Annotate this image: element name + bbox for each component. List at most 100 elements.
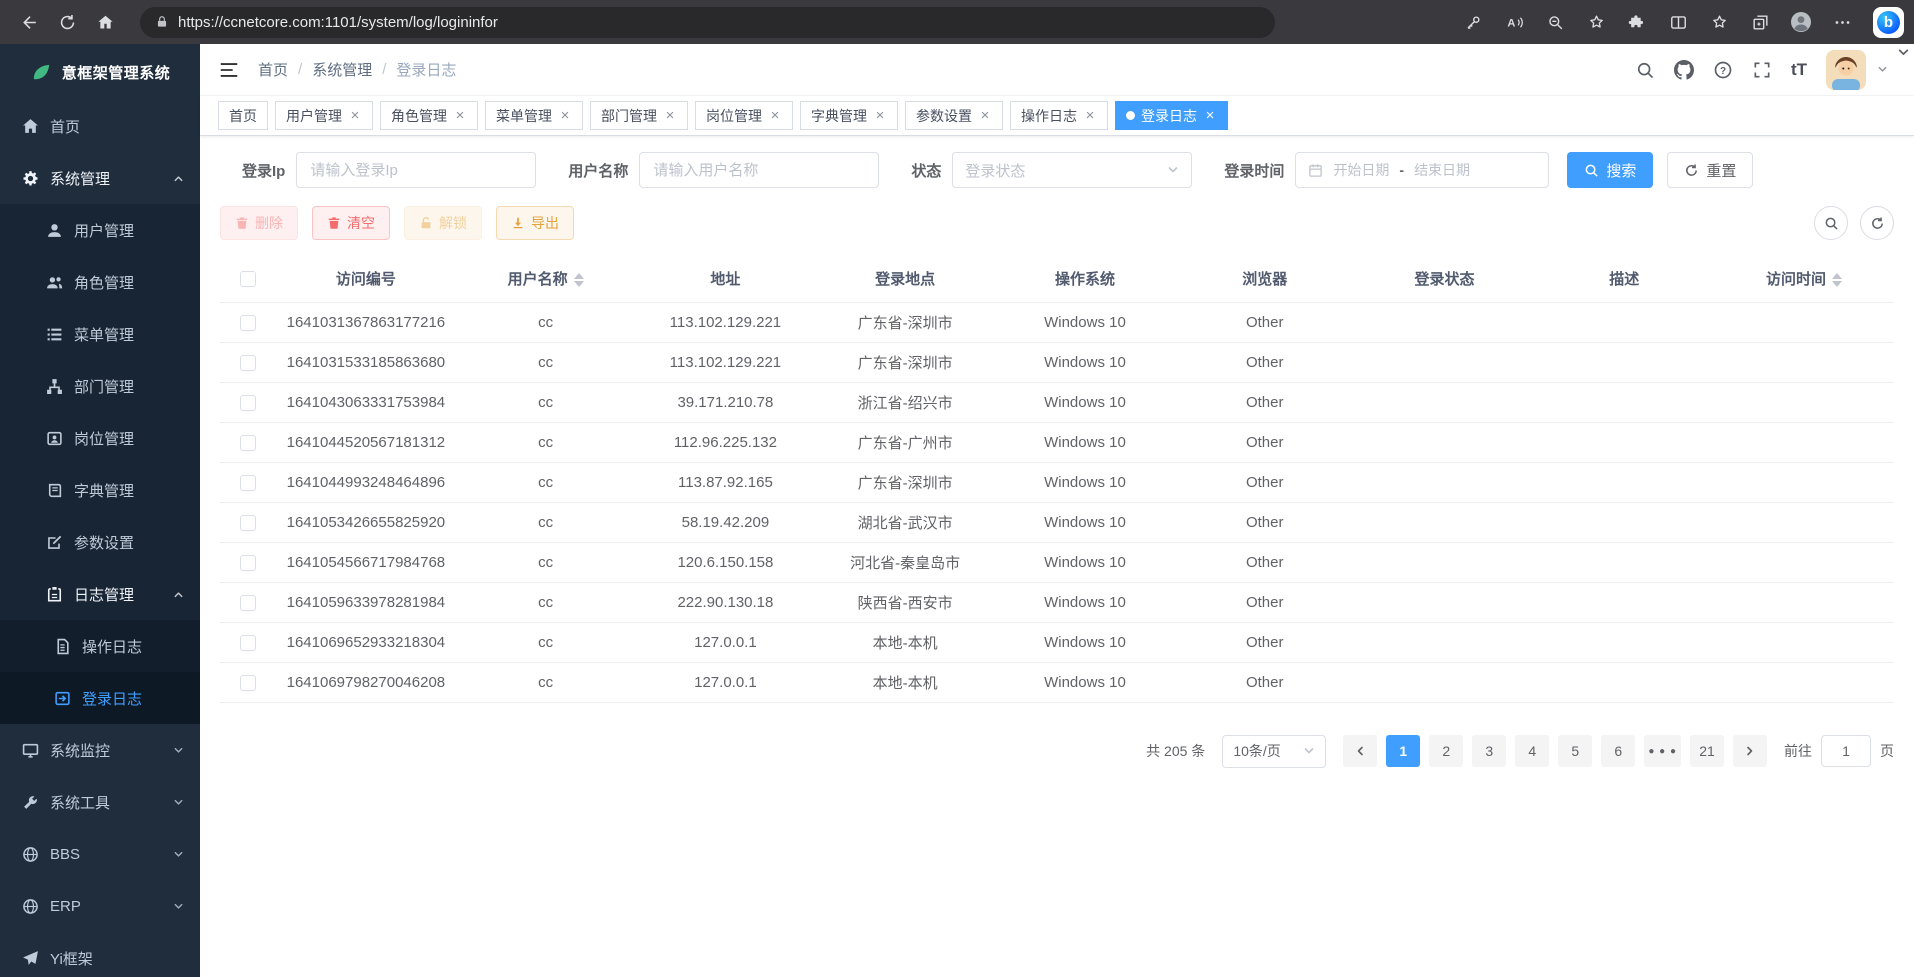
tab-menu-mgmt[interactable]: 菜单管理 [485,101,583,130]
date-start-placeholder[interactable]: 开始日期 [1333,160,1389,180]
next-page-button[interactable] [1733,735,1767,767]
fullscreen-icon[interactable] [1752,60,1772,80]
toggle-search-button[interactable] [1814,206,1848,240]
breadcrumb-home[interactable]: 首页 [258,59,288,80]
row-checkbox[interactable] [240,555,256,571]
row-checkbox[interactable] [240,475,256,491]
sidebar-item-system-mgmt[interactable]: 系统管理 [0,152,200,204]
table-row[interactable]: 1641044520567181312 cc 112.96.225.132 广东… [220,422,1894,462]
close-icon[interactable] [663,108,677,123]
tab-user-mgmt[interactable]: 用户管理 [275,101,373,130]
tab-dept-mgmt[interactable]: 部门管理 [590,101,688,130]
refresh-table-button[interactable] [1860,206,1894,240]
table-row[interactable]: 1641054566717984768 cc 120.6.150.158 河北省… [220,542,1894,582]
sidebar-item-system-tools[interactable]: 系统工具 [0,776,200,828]
extensions-button[interactable] [1619,6,1655,38]
read-aloud-button[interactable] [1496,6,1532,38]
font-size-icon[interactable]: tT [1791,61,1807,78]
page-size-select[interactable]: 10条/页 [1222,735,1326,768]
clear-button[interactable]: 清空 [312,206,390,240]
help-icon[interactable] [1713,60,1733,80]
table-row[interactable]: 1641053426655825920 cc 58.19.42.209 湖北省-… [220,502,1894,542]
tab-home[interactable]: 首页 [218,101,268,130]
favorites-button[interactable] [1701,6,1737,38]
close-icon[interactable] [558,108,572,123]
sidebar-item-user-mgmt[interactable]: 用户管理 [0,204,200,256]
app-logo[interactable]: 意框架管理系统 [0,44,200,100]
tab-dict-mgmt[interactable]: 字典管理 [800,101,898,130]
close-icon[interactable] [978,108,992,123]
sidebar-item-role-mgmt[interactable]: 角色管理 [0,256,200,308]
browser-home-button[interactable] [86,4,124,40]
page-button-5[interactable]: 5 [1558,735,1592,767]
page-button-last[interactable]: 21 [1690,735,1724,767]
row-checkbox[interactable] [240,355,256,371]
address-bar[interactable]: https://ccnetcore.com:1101/system/log/lo… [140,7,1275,38]
reset-button[interactable]: 重置 [1667,152,1753,188]
username-input[interactable] [639,152,879,188]
login-ip-input[interactable] [296,152,536,188]
sidebar-item-dept-mgmt[interactable]: 部门管理 [0,360,200,412]
table-row[interactable]: 1641044993248464896 cc 113.87.92.165 广东省… [220,462,1894,502]
table-row[interactable]: 1641031533185863680 cc 113.102.129.221 广… [220,342,1894,382]
url-text[interactable]: https://ccnetcore.com:1101/system/log/lo… [178,14,498,31]
row-checkbox[interactable] [240,675,256,691]
zoom-button[interactable] [1537,6,1573,38]
chevron-down-icon[interactable] [1897,46,1910,59]
search-icon[interactable] [1635,60,1655,80]
table-row[interactable]: 1641059633978281984 cc 222.90.130.18 陕西省… [220,582,1894,622]
close-icon[interactable] [348,108,362,123]
sidebar-item-system-monitor[interactable]: 系统监控 [0,724,200,776]
col-header-time[interactable]: 访问时间 [1714,256,1894,302]
unlock-button[interactable]: 解锁 [404,206,482,240]
breadcrumb-system[interactable]: 系统管理 [312,59,372,80]
date-range-picker[interactable]: 开始日期 - 结束日期 [1295,152,1549,188]
row-checkbox[interactable] [240,435,256,451]
chevron-down-icon[interactable] [1877,64,1888,75]
sidebar-item-menu-mgmt[interactable]: 菜单管理 [0,308,200,360]
close-icon[interactable] [873,108,887,123]
export-button[interactable]: 导出 [496,206,574,240]
sidebar-item-post-mgmt[interactable]: 岗位管理 [0,412,200,464]
page-button-6[interactable]: 6 [1601,735,1635,767]
tab-oper-log[interactable]: 操作日志 [1010,101,1108,130]
page-button-1[interactable]: 1 [1386,735,1420,767]
more-pages-button[interactable]: ● ● ● [1644,735,1681,767]
browser-menu-button[interactable] [1824,6,1860,38]
row-checkbox[interactable] [240,315,256,331]
table-row[interactable]: 1641043063331753984 cc 39.171.210.78 浙江省… [220,382,1894,422]
date-end-placeholder[interactable]: 结束日期 [1414,160,1470,180]
sidebar-item-bbs[interactable]: BBS [0,828,200,880]
close-icon[interactable] [453,108,467,123]
select-all-checkbox[interactable] [240,271,256,287]
table-row[interactable]: 1641031367863177216 cc 113.102.129.221 广… [220,302,1894,342]
favorites-add-button[interactable] [1578,6,1614,38]
tab-post-mgmt[interactable]: 岗位管理 [695,101,793,130]
sort-icon[interactable] [1832,273,1842,287]
sidebar-item-oper-log[interactable]: 操作日志 [0,620,200,672]
sidebar-item-param-settings[interactable]: 参数设置 [0,516,200,568]
delete-button[interactable]: 删除 [220,206,298,240]
tab-login-log[interactable]: 登录日志 [1115,101,1228,130]
sidebar-item-erp[interactable]: ERP [0,880,200,932]
bing-sidebar-button[interactable] [1873,7,1904,38]
sort-icon[interactable] [574,273,584,287]
close-icon[interactable] [1203,108,1217,123]
browser-reload-button[interactable] [48,4,86,40]
goto-page-input[interactable] [1821,735,1871,767]
page-button-3[interactable]: 3 [1472,735,1506,767]
page-button-4[interactable]: 4 [1515,735,1549,767]
col-header-username[interactable]: 用户名称 [456,256,636,302]
status-select[interactable]: 登录状态 [952,152,1192,188]
sidebar-item-log-mgmt[interactable]: 日志管理 [0,568,200,620]
page-button-2[interactable]: 2 [1429,735,1463,767]
row-checkbox[interactable] [240,595,256,611]
password-key-button[interactable] [1455,6,1491,38]
browser-profile-button[interactable] [1783,6,1819,38]
tab-param-settings[interactable]: 参数设置 [905,101,1003,130]
sidebar-item-home[interactable]: 首页 [0,100,200,152]
hamburger-icon[interactable] [218,59,240,81]
sidebar-item-yi-framework[interactable]: Yi框架 [0,932,200,977]
browser-back-button[interactable] [10,4,48,40]
sidebar-item-dict-mgmt[interactable]: 字典管理 [0,464,200,516]
